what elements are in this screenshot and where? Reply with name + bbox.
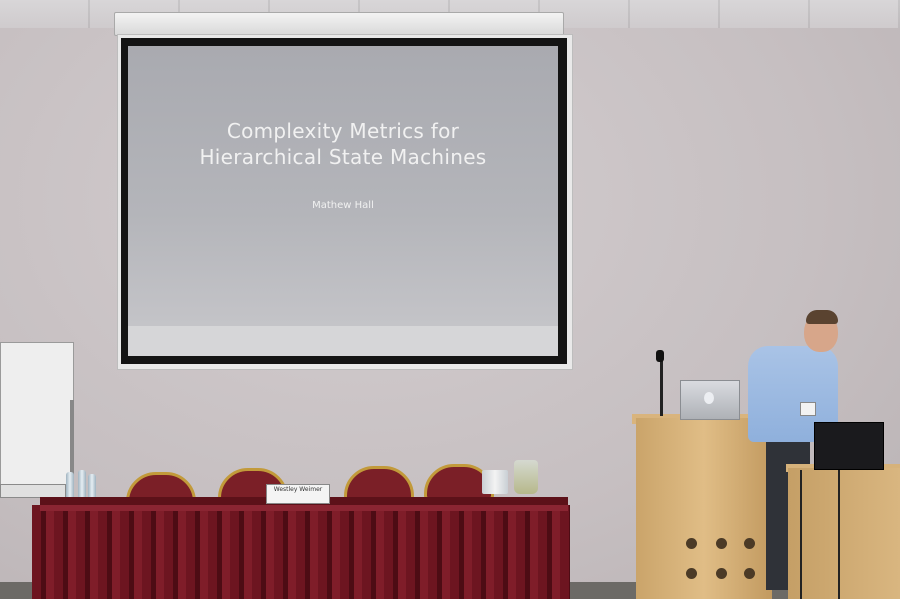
podium-hole	[744, 568, 755, 579]
whiteboard	[0, 342, 74, 488]
projector-screen-housing	[114, 12, 564, 36]
podium-hole	[716, 538, 727, 549]
water-bottle	[78, 470, 86, 500]
conference-badge	[800, 402, 816, 416]
presenter-hair	[806, 310, 838, 324]
podium-hole	[686, 568, 697, 579]
tablecloth-valance	[40, 505, 568, 511]
apple-logo-icon	[704, 392, 714, 404]
tablecloth	[32, 505, 570, 599]
slide-title: Complexity Metrics for Hierarchical Stat…	[199, 119, 487, 169]
drinking-glasses	[482, 470, 508, 494]
slide-author: Mathew Hall	[312, 200, 374, 211]
laptop-black	[814, 422, 884, 470]
screen-lower-margin	[128, 326, 558, 356]
name-card: Westley Weimer	[266, 484, 330, 504]
podium-hole	[686, 538, 697, 549]
podium-hole	[744, 538, 755, 549]
whiteboard-tray	[0, 484, 66, 498]
laptop-cables	[800, 470, 840, 599]
juice-jug	[514, 460, 538, 494]
podium-hole	[716, 568, 727, 579]
presentation-slide: Complexity Metrics for Hierarchical Stat…	[128, 46, 558, 326]
podium	[636, 418, 772, 599]
microphone-icon	[656, 350, 664, 362]
microphone-stand	[660, 360, 663, 416]
